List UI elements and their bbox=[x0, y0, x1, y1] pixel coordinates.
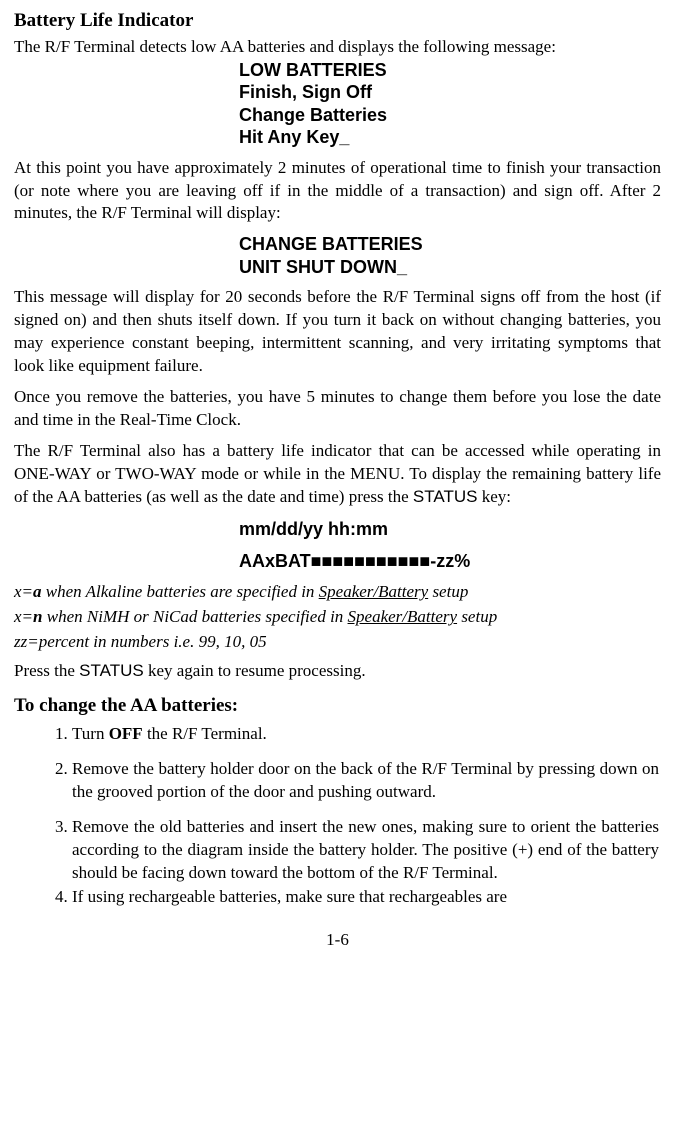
text-run: setup bbox=[428, 582, 468, 601]
list-item: Turn OFF the R/F Terminal. bbox=[72, 723, 661, 746]
list-item: Remove the battery holder door on the ba… bbox=[72, 758, 661, 804]
status-key-label: STATUS bbox=[79, 661, 144, 680]
status-display-datetime: mm/dd/yy hh:mm bbox=[14, 517, 661, 541]
text-run: setup bbox=[457, 607, 497, 626]
terminal-display-shutdown: CHANGE BATTERIES UNIT SHUT DOWN_ bbox=[14, 233, 661, 278]
plus-symbol: + bbox=[518, 840, 528, 859]
subsection-title: To change the AA batteries: bbox=[14, 693, 661, 719]
legend-line: x=a when Alkaline batteries are specifie… bbox=[14, 581, 661, 604]
text-run: when NiMH or NiCad batteries specified i… bbox=[43, 607, 348, 626]
text-run: The R/F Terminal also has a battery life… bbox=[14, 441, 661, 506]
text-underline: Speaker/Battery bbox=[319, 582, 429, 601]
terminal-display-low-battery: LOW BATTERIES Finish, Sign Off Change Ba… bbox=[14, 59, 661, 149]
text-underline: Speaker/Battery bbox=[348, 607, 458, 626]
display-line: Change Batteries bbox=[239, 104, 661, 127]
display-line: Finish, Sign Off bbox=[239, 81, 661, 104]
display-line: CHANGE BATTERIES bbox=[239, 233, 661, 256]
legend-line: zz=percent in numbers i.e. 99, 10, 05 bbox=[14, 631, 661, 654]
list-item: If using rechargeable batteries, make su… bbox=[72, 886, 661, 909]
text-bold: n bbox=[33, 607, 42, 626]
display-line: UNIT SHUT DOWN_ bbox=[239, 256, 661, 279]
text-run: Turn bbox=[72, 724, 109, 743]
intro-text: The R/F Terminal detects low AA batterie… bbox=[14, 36, 661, 59]
status-display-battery: AAxBAT■■■■■■■■■■■-zz% bbox=[14, 549, 661, 573]
list-item: Remove the old batteries and insert the … bbox=[72, 816, 661, 885]
text-run: when Alkaline batteries are specified in bbox=[42, 582, 319, 601]
paragraph: At this point you have approximately 2 m… bbox=[14, 157, 661, 226]
text-run: Press the bbox=[14, 661, 79, 680]
text-run: key: bbox=[477, 487, 511, 506]
display-line: Hit Any Key_ bbox=[239, 126, 661, 149]
display-line: LOW BATTERIES bbox=[239, 59, 661, 82]
text-run: x= bbox=[14, 582, 33, 601]
paragraph: The R/F Terminal also has a battery life… bbox=[14, 440, 661, 509]
paragraph: Once you remove the batteries, you have … bbox=[14, 386, 661, 432]
text-bold: OFF bbox=[109, 724, 143, 743]
text-run: key again to resume processing. bbox=[144, 661, 366, 680]
page-number: 1-6 bbox=[14, 929, 661, 952]
section-title: Battery Life Indicator bbox=[14, 8, 661, 34]
paragraph: This message will display for 20 seconds… bbox=[14, 286, 661, 378]
paragraph: Press the STATUS key again to resume pro… bbox=[14, 660, 661, 683]
text-run: the R/F Terminal. bbox=[143, 724, 267, 743]
status-key-label: STATUS bbox=[413, 487, 478, 506]
text-run: x= bbox=[14, 607, 33, 626]
steps-list: Turn OFF the R/F Terminal. Remove the ba… bbox=[44, 723, 661, 910]
legend-line: x=n when NiMH or NiCad batteries specifi… bbox=[14, 606, 661, 629]
text-bold: a bbox=[33, 582, 42, 601]
